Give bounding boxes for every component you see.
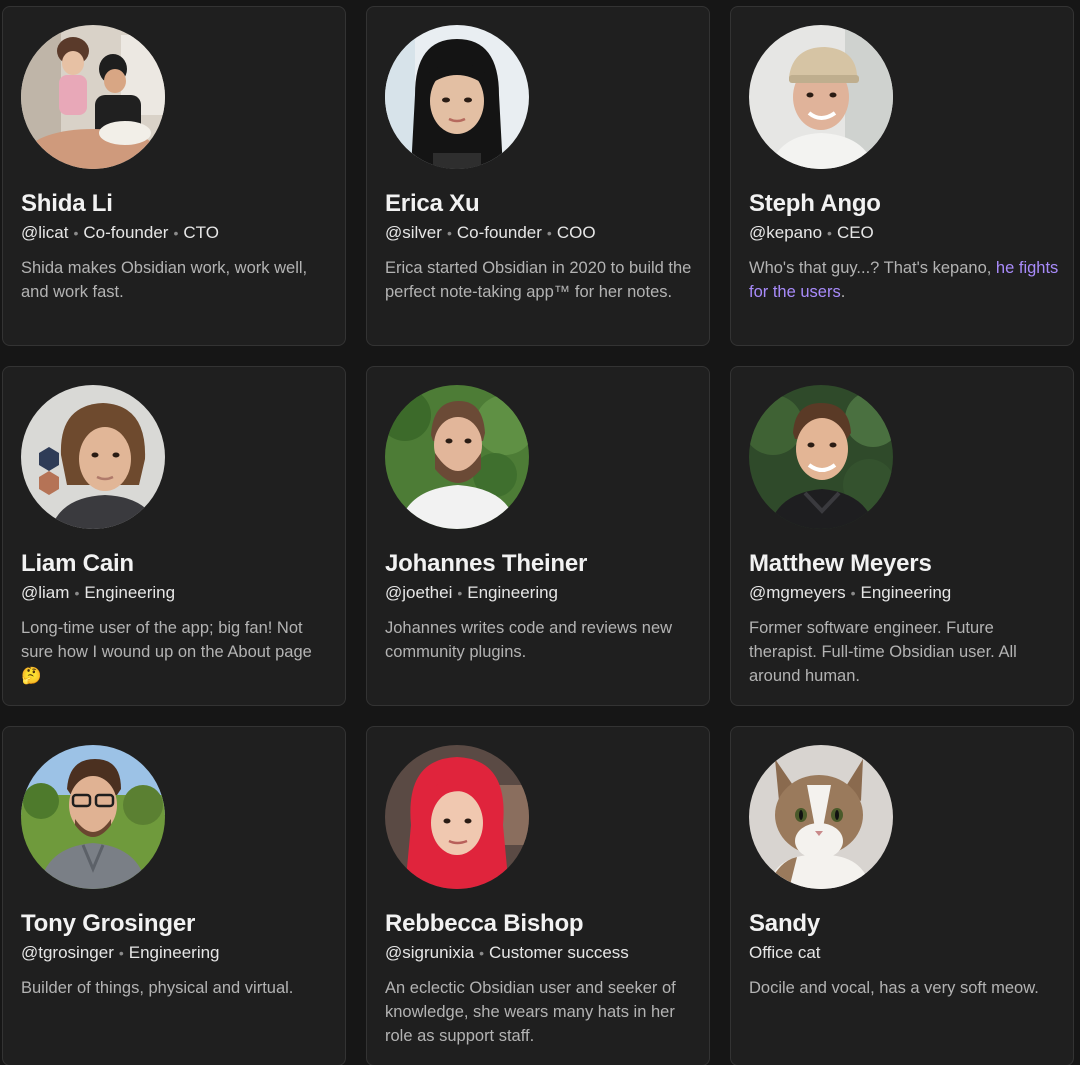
avatar-steph-ango (749, 25, 893, 169)
separator-dot: • (173, 225, 179, 241)
avatar-rebbecca-bishop (385, 745, 529, 889)
separator-dot: • (546, 225, 552, 241)
team-card-shida-li: Shida Li @licat • Co-founder • CTO Shida mak… (2, 6, 346, 346)
member-name: Tony Grosinger (21, 910, 196, 937)
member-handle[interactable]: @tgrosinger (21, 943, 114, 962)
member-role: Engineering (860, 583, 952, 602)
avatar-johannes-theiner (385, 385, 529, 529)
member-meta: @sigrunixia • Customer success (385, 943, 629, 963)
member-meta: @liam • Engineering (21, 583, 175, 603)
member-bio: Docile and vocal, has a very soft meow. (749, 979, 1039, 997)
separator-dot: • (73, 225, 79, 241)
member-meta: @kepano • CEO (749, 223, 874, 243)
member-bio: Johannes writes code and reviews new com… (385, 619, 673, 661)
member-bio: Builder of things, physical and virtual. (21, 979, 294, 997)
team-card-steph-ango: Steph Ango @kepano • CEO Who's that guy...… (730, 6, 1074, 346)
member-bio: Who's that guy...? That's kepano, he fig… (749, 256, 1059, 304)
member-role: Engineering (84, 583, 176, 602)
member-name: Matthew Meyers (749, 550, 932, 577)
member-name: Shida Li (21, 190, 113, 217)
member-handle[interactable]: @mgmeyers (749, 583, 846, 602)
avatar-shida-li (21, 25, 165, 169)
member-bio: Erica started Obsidian in 2020 to build … (385, 259, 692, 301)
avatar-erica-xu (385, 25, 529, 169)
member-meta: @mgmeyers • Engineering (749, 583, 951, 603)
member-bio: An eclectic Obsidian user and seeker of … (385, 979, 676, 1045)
member-meta: @tgrosinger • Engineering (21, 943, 220, 963)
member-role: COO (556, 223, 596, 242)
member-role: CTO (183, 223, 219, 242)
member-role: Co-founder (456, 223, 542, 242)
member-role: Office cat (749, 943, 821, 962)
member-role: Co-founder (83, 223, 169, 242)
member-name: Erica Xu (385, 190, 480, 217)
member-handle[interactable]: @joethei (385, 583, 452, 602)
member-name: Rebbecca Bishop (385, 910, 584, 937)
team-card-matthew-meyers: Matthew Meyers @mgmeyers • Engineering For… (730, 366, 1074, 706)
member-bio-end: . (840, 283, 846, 301)
member-handle[interactable]: @kepano (749, 223, 822, 242)
member-handle[interactable]: @silver (385, 223, 442, 242)
member-name: Sandy (749, 910, 821, 937)
member-handle[interactable]: @licat (21, 223, 69, 242)
avatar-matthew-meyers (749, 385, 893, 529)
member-bio: Long-time user of the app; big fan! Not … (21, 619, 312, 685)
member-bio: Former software engineer. Future therapi… (749, 619, 1017, 685)
member-role: Engineering (467, 583, 559, 602)
avatar-tony-grosinger (21, 745, 165, 889)
separator-dot: • (479, 945, 484, 961)
member-bio-text: Who's that guy...? That's kepano, (749, 259, 996, 277)
member-name: Johannes Theiner (385, 550, 588, 577)
team-card-johannes-theiner: Johannes Theiner @joethei • Engineering Jo… (366, 366, 710, 706)
separator-dot: • (850, 585, 856, 601)
separator-dot: • (827, 225, 832, 241)
avatar-sandy (749, 745, 893, 889)
member-meta: Office cat (749, 943, 821, 963)
member-name: Liam Cain (21, 550, 134, 577)
member-role: Engineering (128, 943, 220, 962)
separator-dot: • (74, 585, 80, 601)
member-meta: @licat • Co-founder • CTO (21, 223, 219, 243)
member-role: Customer success (488, 943, 629, 962)
team-card-sandy: Sandy Office cat Docile and vocal, has a… (730, 726, 1074, 1065)
separator-dot: • (118, 945, 124, 961)
member-meta: @silver • Co-founder • COO (385, 223, 596, 243)
team-card-liam-cain: Liam Cain @liam • Engineering Long-time us… (2, 366, 346, 706)
member-bio: Shida makes Obsidian work, work well, an… (21, 259, 308, 301)
team-card-rebbecca-bishop: Rebbecca Bishop @sigrunixia • Customer suc… (366, 726, 710, 1065)
member-handle[interactable]: @sigrunixia (385, 943, 474, 962)
separator-dot: • (457, 585, 463, 601)
member-meta: @joethei • Engineering (385, 583, 558, 603)
team-card-erica-xu: Erica Xu @silver • Co-founder • COO Erica st… (366, 6, 710, 346)
team-grid: Shida Li @licat • Co-founder • CTO Shida mak… (0, 0, 1080, 1065)
member-name: Steph Ango (749, 190, 881, 217)
team-card-tony-grosinger: Tony Grosinger @tgrosinger • Engineering B… (2, 726, 346, 1065)
avatar-liam-cain (21, 385, 165, 529)
member-role: CEO (836, 223, 874, 242)
member-handle[interactable]: @liam (21, 583, 69, 602)
separator-dot: • (446, 225, 452, 241)
